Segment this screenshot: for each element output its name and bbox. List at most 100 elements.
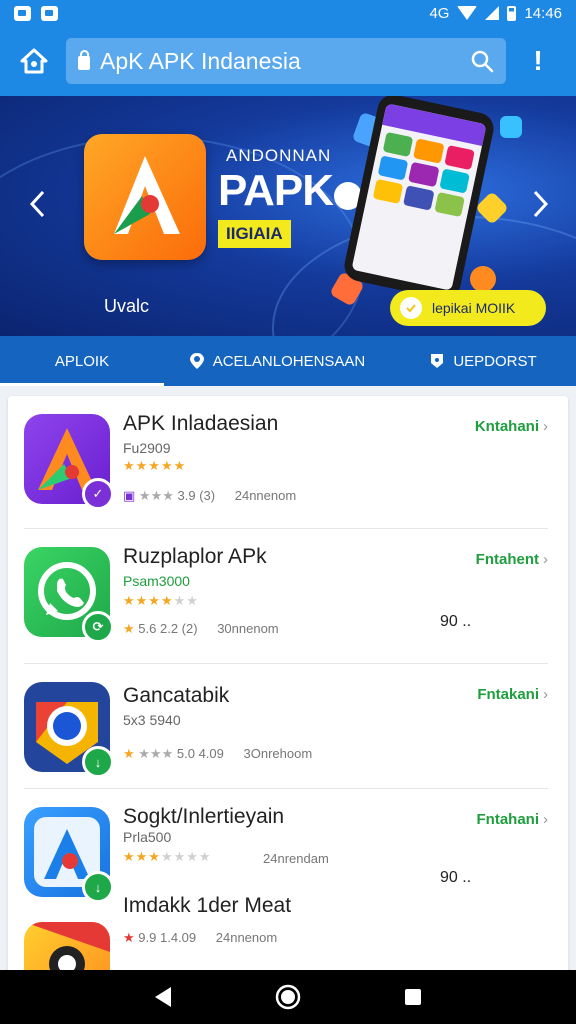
network-label: 4G — [429, 4, 450, 22]
app-notification-icon — [41, 5, 58, 21]
list-item[interactable]: ↓ Gancatabik 5x3 5940 ★ ★★★ 5.0 4.09 3On… — [8, 664, 568, 788]
app-meta: ★ 5.6 2.2 (2) 30nnenom — [123, 621, 279, 637]
category-tabs: APLOIK ACELANLOHENSAAN UEPDORST — [0, 336, 576, 386]
tab-categories[interactable]: ACELANLOHENSAAN — [164, 336, 390, 386]
tab-updates[interactable]: UEPDORST — [390, 336, 576, 386]
app-downloads: 30nnenom — [217, 621, 279, 636]
action-label: Fntahani — [476, 811, 540, 828]
download-badge-icon: ↓ — [82, 746, 114, 778]
app-action-button[interactable]: Kntahani › — [475, 418, 548, 435]
shield-icon — [431, 354, 444, 368]
verified-badge-icon: ⟳ — [82, 611, 114, 643]
apk-logo-icon — [114, 156, 180, 234]
cta-icon — [400, 297, 422, 319]
banner-subtitle: ANDONNAN — [226, 146, 332, 165]
banner-next-button[interactable] — [526, 184, 556, 224]
list-item[interactable]: ✓ APK Inladaesian Fu2909 ★★★★★ ▣ ★★★ 3.9… — [8, 396, 568, 528]
action-label: Fntahent — [475, 551, 539, 568]
app-rating: 3.9 — [177, 488, 196, 503]
app-meta-extra: (3) — [199, 488, 216, 503]
status-indicators: 4G 14:46 — [429, 5, 562, 22]
decor-shape — [500, 116, 522, 138]
system-nav-bar — [0, 970, 576, 1024]
app-count: 90 .. — [440, 869, 472, 886]
chevron-right-icon: › — [543, 811, 548, 828]
search-bar[interactable]: ApK APK Indanesia — [66, 38, 506, 84]
app-action-button[interactable]: Fntakani › — [477, 686, 548, 703]
star-rating: ★★★★★★★ — [123, 849, 212, 864]
app-price: Psam3000 — [123, 573, 190, 589]
app-rating: 5.6 — [138, 621, 157, 636]
wifi-icon — [457, 6, 478, 20]
list-item[interactable]: ⟳ Ruzplaplor APk Psam3000 ★★★★★★ ★ 5.6 2… — [8, 529, 568, 663]
recents-button[interactable] — [393, 977, 433, 1017]
lock-icon — [78, 50, 90, 70]
action-label: Kntahani — [474, 418, 539, 435]
home-icon — [20, 48, 48, 74]
battery-icon — [507, 5, 517, 21]
app-meta: ▣ ★★★ 3.9 (3) 24nnenom — [123, 488, 297, 503]
app-icon — [24, 922, 110, 974]
chevron-left-icon — [29, 190, 45, 218]
app-downloads: 24nnenom — [234, 488, 297, 503]
app-meta-extra: 4.09 — [198, 746, 224, 761]
chevron-right-icon — [533, 190, 549, 218]
search-input[interactable]: ApK APK Indanesia — [100, 48, 470, 75]
app-downloads: 24nnenom — [215, 930, 278, 945]
alert-icon: ! — [533, 45, 543, 76]
promo-banner[interactable]: ANDONNAN PAPK IIGIAIA Uvalc lepikai MOII… — [0, 96, 576, 336]
app-bar: ApK APK Indanesia ! — [0, 26, 576, 96]
verified-badge-icon: ✓ — [82, 478, 114, 510]
action-label: Fntakani — [477, 686, 539, 703]
banner-cta-button[interactable]: lepikai MOIIK — [390, 290, 546, 326]
location-pin-icon — [189, 353, 204, 369]
app-price: Fu2909 — [123, 440, 171, 456]
decor-shape — [475, 191, 509, 225]
banner-title: PAPK — [218, 166, 334, 215]
star-icon: ★ — [123, 621, 135, 636]
star-rating: ★★★★★ — [123, 458, 187, 473]
app-price: 5x3 5940 — [123, 712, 181, 728]
app-meta-extra: 2.2 (2) — [159, 621, 198, 636]
app-name: Gancatabik — [123, 684, 230, 707]
home-nav-button[interactable] — [268, 977, 308, 1017]
status-bar: 4G 14:46 — [0, 0, 576, 26]
home-button[interactable] — [16, 43, 52, 79]
alert-button[interactable]: ! — [528, 45, 548, 77]
back-icon — [154, 987, 171, 1007]
chevron-right-icon: › — [543, 418, 548, 435]
tab-label: APLOIK — [54, 352, 110, 370]
app-meta: ★ ★★★ 5.0 4.09 3Onrehoom — [123, 746, 313, 761]
app-action-button[interactable]: Fntahent › — [476, 551, 548, 568]
decor-shape — [470, 266, 496, 292]
app-meta: ★ 9.9 1.4.09 24nnenom — [123, 930, 277, 946]
list-item[interactable]: ↓ Sogkt/Inlertieyain Prla500 ★★★★★★★ 24n… — [8, 789, 568, 907]
chevron-right-icon: › — [543, 551, 548, 568]
star-icon: ★ — [123, 930, 135, 945]
app-count: 90 .. — [440, 613, 472, 630]
status-notifications — [14, 5, 58, 21]
back-button[interactable] — [143, 977, 183, 1017]
app-action-button[interactable]: Fntahani › — [477, 811, 549, 828]
status-time: 14:46 — [524, 4, 562, 22]
signal-icon — [485, 6, 500, 20]
app-list: ✓ APK Inladaesian Fu2909 ★★★★★ ▣ ★★★ 3.9… — [8, 396, 568, 974]
app-rating: 5.0 — [176, 746, 195, 761]
recents-icon — [405, 989, 422, 1005]
tab-apk[interactable]: APLOIK — [0, 336, 164, 386]
banner-footer-text: Uvalc — [104, 296, 150, 316]
list-item[interactable]: Imdakk 1der Meat ★ 9.9 1.4.09 24nnenom — [8, 892, 568, 974]
app-name: APK Inladaesian — [123, 412, 279, 435]
app-name: Imdakk 1der Meat — [123, 894, 292, 917]
app-rating: 9.9 — [138, 930, 157, 945]
search-icon[interactable] — [470, 49, 494, 73]
gift-icon: ▣ — [123, 488, 136, 503]
app-name: Sogkt/Inlertieyain — [123, 805, 285, 828]
app-meta: 24nrendam — [263, 851, 329, 866]
app-price: Prla500 — [123, 829, 172, 845]
banner-cta-label: lepikai MOIIK — [432, 300, 516, 316]
tab-label: ACELANLOHENSAAN — [212, 352, 366, 370]
banner-prev-button[interactable] — [22, 184, 52, 224]
star-rating: ★★★★★★ — [123, 593, 199, 608]
app-meta-extra: 1.4.09 — [159, 930, 197, 945]
